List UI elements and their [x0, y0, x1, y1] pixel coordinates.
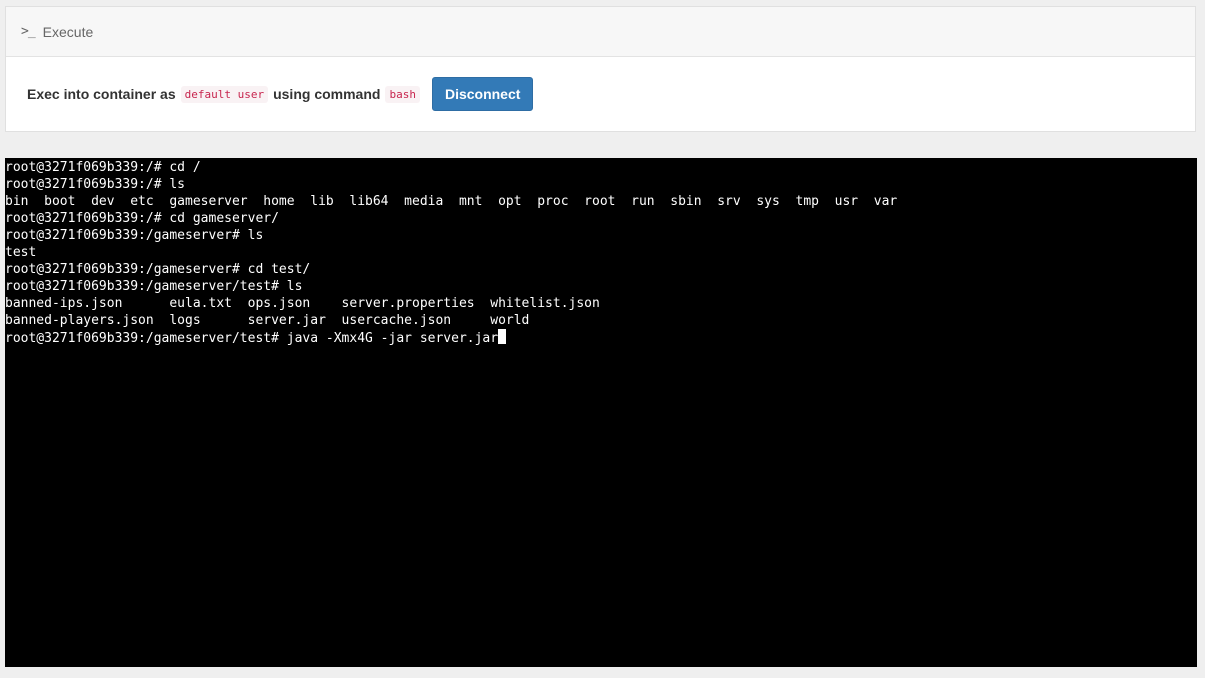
command-code: bash: [385, 85, 420, 103]
exec-prefix-label: Exec into container as: [27, 86, 176, 102]
panel-title: Execute: [42, 23, 94, 40]
user-code: default user: [180, 85, 269, 103]
terminal-line: banned-ips.json eula.txt ops.json server…: [5, 296, 600, 311]
terminal-line: root@3271f069b339:/gameserver/test# ls: [5, 279, 303, 294]
exec-controls: Exec into container as default user usin…: [6, 57, 1195, 131]
terminal-current-command: root@3271f069b339:/gameserver/test# java…: [5, 331, 499, 346]
terminal-window[interactable]: root@3271f069b339:/# cd / root@3271f069b…: [5, 158, 1197, 667]
terminal-line: test: [5, 245, 37, 260]
terminal-prompt-icon: >_: [21, 24, 36, 39]
execute-panel: >_ Execute Exec into container as defaul…: [5, 6, 1196, 132]
terminal-cursor: [498, 329, 507, 344]
terminal-input-line[interactable]: root@3271f069b339:/gameserver/test# java…: [5, 329, 1197, 346]
terminal-line: root@3271f069b339:/# cd gameserver/: [5, 211, 279, 226]
exec-middle-label: using command: [273, 86, 381, 102]
terminal-line: root@3271f069b339:/gameserver# ls: [5, 228, 264, 243]
terminal-line: root@3271f069b339:/# cd /: [5, 160, 201, 175]
panel-header: >_ Execute: [6, 7, 1195, 57]
terminal-line: root@3271f069b339:/gameserver# cd test/: [5, 262, 311, 277]
terminal-line: bin boot dev etc gameserver home lib lib…: [5, 194, 898, 209]
terminal-line: root@3271f069b339:/# ls: [5, 177, 186, 192]
disconnect-button[interactable]: Disconnect: [431, 77, 534, 111]
terminal-line: banned-players.json logs server.jar user…: [5, 313, 530, 328]
